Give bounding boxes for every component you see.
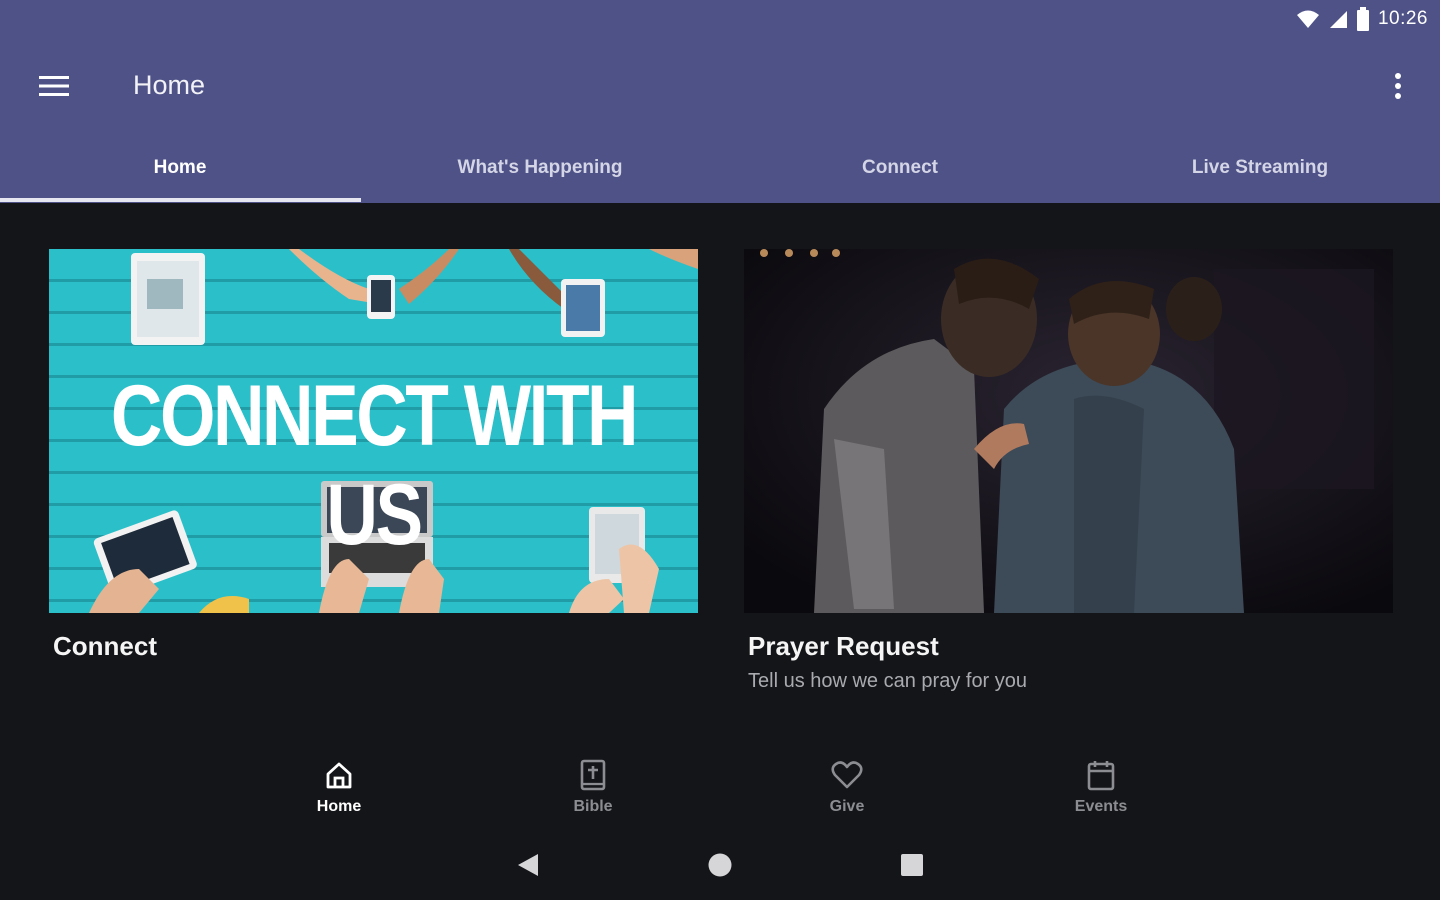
app-bar: 10:26 Home Home What's Happening Connect… (0, 0, 1440, 203)
tab-label: What's Happening (457, 157, 623, 178)
system-recents-button[interactable] (897, 850, 927, 880)
wifi-icon (1296, 10, 1319, 28)
calendar-icon (1084, 758, 1118, 792)
bible-icon (576, 758, 610, 792)
tab-live-streaming[interactable]: Live Streaming (1080, 135, 1440, 203)
more-vert-icon (1395, 73, 1401, 99)
home-icon (322, 758, 356, 792)
page-title: Home (133, 70, 206, 100)
bottom-nav-home[interactable]: Home (212, 750, 466, 825)
system-home-button[interactable] (705, 850, 735, 880)
menu-button[interactable] (24, 64, 84, 108)
status-bar: 10:26 (1296, 6, 1428, 32)
bottom-nav-give[interactable]: Give (720, 750, 974, 825)
prayer-card-image (744, 249, 1393, 613)
tab-bar: Home What's Happening Connect Live Strea… (0, 135, 1440, 203)
back-triangle-icon (518, 854, 538, 876)
recents-square-icon (901, 854, 923, 876)
toolbar: Home (0, 52, 1440, 120)
tab-home[interactable]: Home (0, 135, 360, 203)
tab-whats-happening[interactable]: What's Happening (360, 135, 720, 203)
bottom-nav-label: Bible (573, 798, 613, 815)
overflow-menu-button[interactable] (1384, 64, 1412, 108)
prayer-card-title: Prayer Request (748, 631, 939, 661)
connect-banner-text: CONNECT WITH US (110, 368, 639, 563)
bottom-nav-label: Give (829, 798, 865, 815)
system-navigation-bar (0, 836, 1440, 892)
home-circle-icon (708, 853, 732, 877)
tab-indicator (0, 198, 361, 202)
battery-icon (1356, 7, 1369, 31)
tab-connect[interactable]: Connect (720, 135, 1080, 203)
tab-label: Connect (862, 157, 938, 178)
hamburger-menu-icon (39, 76, 69, 96)
prayer-photo (744, 249, 1393, 613)
tab-label: Home (153, 157, 207, 178)
prayer-card-subtitle: Tell us how we can pray for you (748, 670, 1028, 692)
prayer-request-card[interactable]: Prayer Request Tell us how we can pray f… (744, 249, 1393, 693)
tab-label: Live Streaming (1191, 157, 1329, 178)
bottom-nav-bible[interactable]: Bible (466, 750, 720, 825)
bottom-nav-events[interactable]: Events (974, 750, 1228, 825)
connect-card-title: Connect (53, 631, 157, 661)
cell-signal-icon (1329, 11, 1347, 28)
bottom-nav-label: Events (1074, 798, 1128, 815)
bottom-navigation: Home Bible Give Events (212, 750, 1228, 825)
system-back-button[interactable] (513, 850, 543, 880)
bottom-nav-label: Home (316, 798, 362, 815)
connect-card-image: CONNECT WITH US (49, 249, 698, 613)
clock: 10:26 (1377, 8, 1428, 29)
connect-card[interactable]: CONNECT WITH US Connect (49, 249, 698, 662)
heart-icon (830, 758, 864, 792)
